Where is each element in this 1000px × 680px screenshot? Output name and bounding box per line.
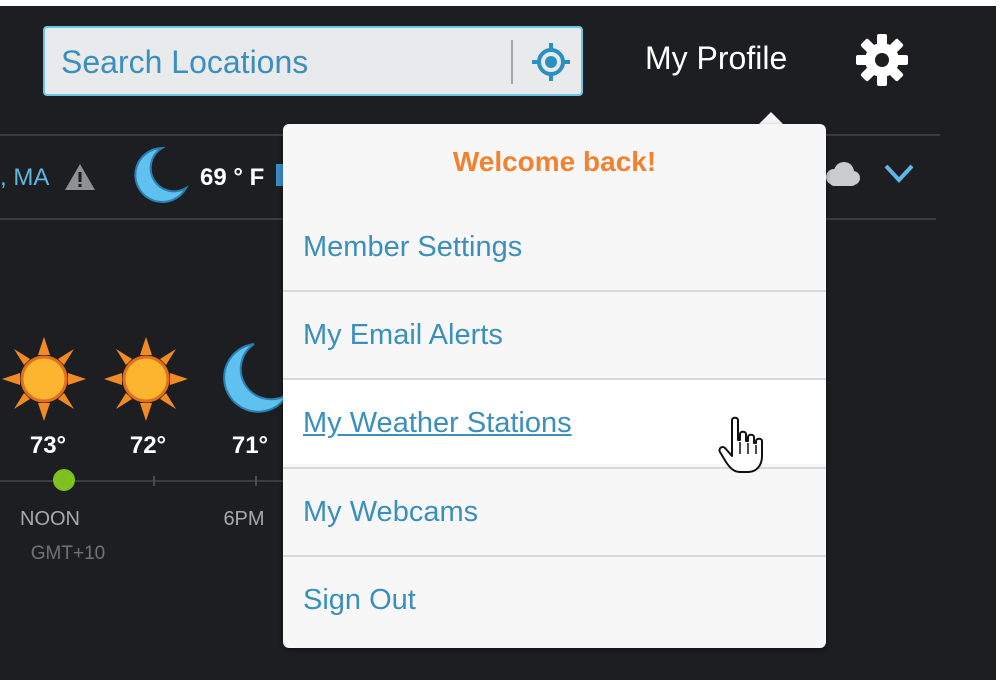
time-label: NOON — [20, 508, 80, 530]
welcome-message: Welcome back! — [452, 146, 657, 177]
menu-item-sign-out[interactable]: Sign Out — [283, 555, 826, 641]
profile-dropdown: Welcome back! Member Settings My Email A… — [283, 124, 826, 648]
chevron-down-icon[interactable] — [882, 160, 916, 186]
gear-icon[interactable] — [854, 32, 910, 88]
timeline-tick — [153, 476, 155, 486]
moon-icon — [134, 146, 189, 203]
search-input[interactable] — [59, 38, 503, 86]
menu-item-label: My Weather Stations — [303, 407, 572, 439]
timeline-tick — [255, 476, 257, 486]
forecast-temp: 73° — [29, 432, 67, 459]
window-right-edge — [996, 0, 1000, 680]
menu-item-label: Sign Out — [303, 584, 416, 616]
menu-item-email-alerts[interactable]: My Email Alerts — [283, 290, 826, 376]
hand-cursor-icon — [718, 416, 763, 473]
search-box — [43, 26, 583, 96]
timeline-axis — [0, 480, 290, 482]
locate-icon[interactable] — [531, 42, 571, 82]
moon-icon — [223, 343, 289, 413]
sun-icon — [104, 337, 188, 421]
time-label: 6PM — [223, 508, 265, 530]
location-name[interactable]: , MA — [0, 164, 49, 192]
menu-item-label: My Webcams — [303, 496, 479, 528]
warning-icon[interactable] — [64, 162, 96, 192]
cloud-icon — [826, 162, 860, 186]
sun-icon — [2, 337, 86, 421]
menu-item-label: Member Settings — [303, 231, 523, 263]
forecast-temp: 72° — [129, 432, 167, 459]
current-temperature: 69 ° F — [200, 164, 265, 191]
menu-item-member-settings[interactable]: Member Settings — [283, 204, 826, 290]
window-top-edge — [0, 0, 1000, 6]
my-profile-button[interactable]: My Profile — [645, 40, 787, 77]
menu-item-label: My Email Alerts — [303, 319, 503, 351]
menu-item-webcams[interactable]: My Webcams — [283, 467, 826, 553]
forecast-temp: 71° — [231, 432, 269, 459]
timezone-label: GMT+10 — [30, 543, 106, 564]
now-marker — [53, 469, 75, 491]
search-divider — [511, 40, 513, 84]
